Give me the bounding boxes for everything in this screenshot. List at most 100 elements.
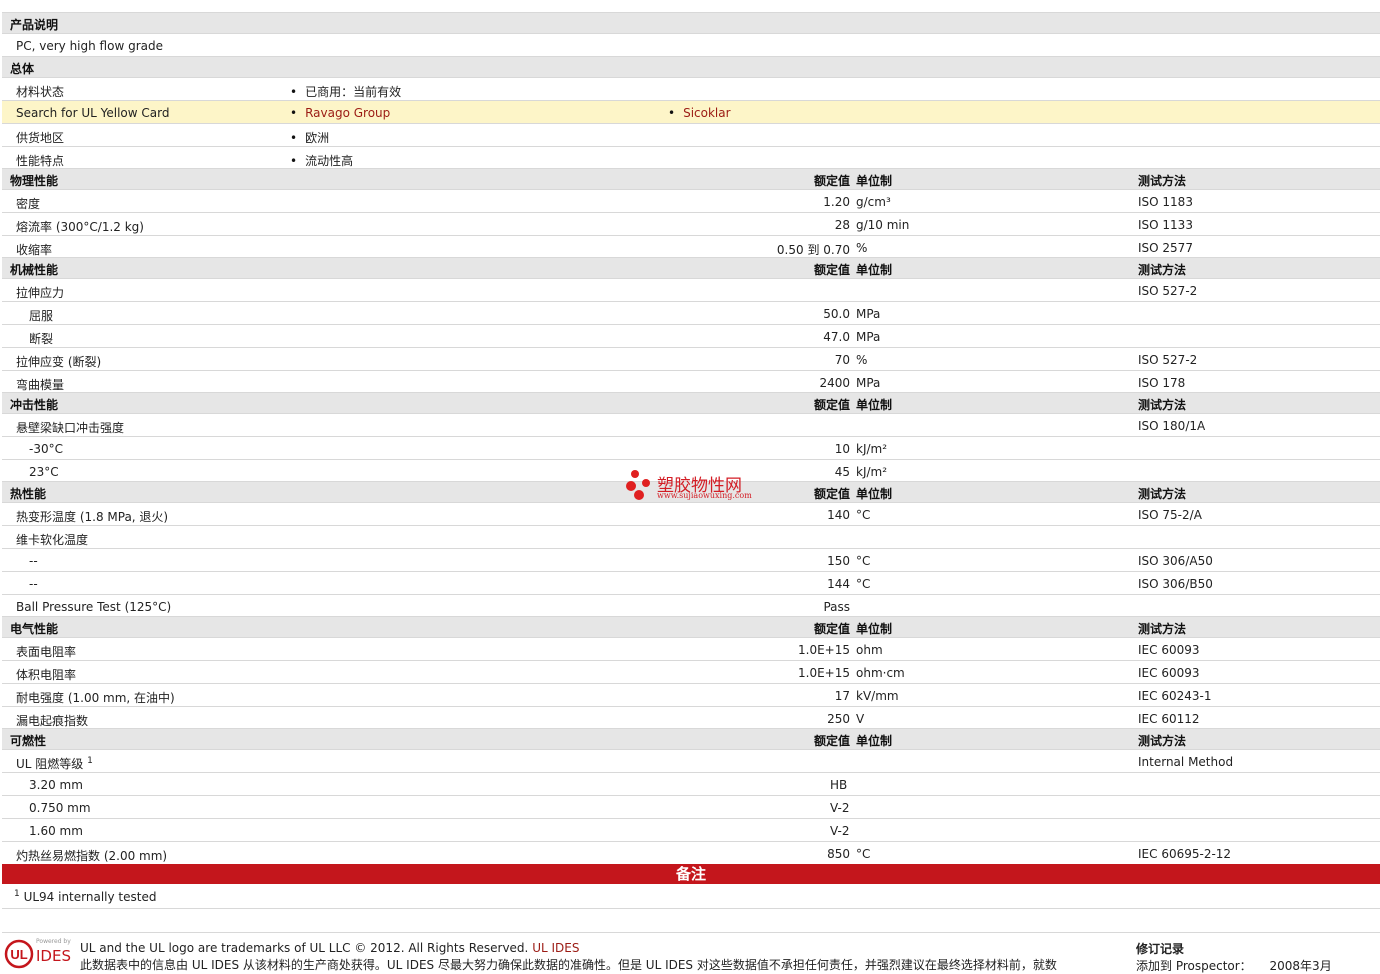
- property-row: 弯曲模量 2400 MPa ISO 178: [2, 370, 1380, 392]
- logo-ul-text: UL: [10, 947, 27, 962]
- property-value: 150: [827, 554, 850, 568]
- general-row-status: 材料状态 已商用：当前有效: [2, 77, 1380, 100]
- footnote-marker: 1: [87, 756, 93, 766]
- unit-header: 单位制: [856, 487, 893, 501]
- section-title: 总体: [10, 62, 35, 76]
- property-value: 70: [834, 353, 850, 367]
- property-row: 漏电起痕指数 250 V IEC 60112: [2, 706, 1380, 728]
- method-header: 测试方法: [1138, 622, 1187, 636]
- sicoklar-link[interactable]: Sicoklar: [668, 106, 730, 120]
- property-row: 表面电阻率 1.0E+15 ohm IEC 60093: [2, 637, 1380, 660]
- test-method: IEC 60695-2-12: [1138, 847, 1232, 861]
- test-method: ISO 75-2/A: [1138, 508, 1202, 522]
- general-row-features: 性能特点 流动性高: [2, 146, 1380, 168]
- test-method: IEC 60093: [1138, 643, 1200, 657]
- nominal-header: 额定值: [813, 174, 850, 188]
- section-title: 可燃性: [10, 734, 47, 748]
- property-name: 弯曲模量: [16, 378, 65, 392]
- property-value: V-2: [830, 801, 850, 815]
- description-text: PC, very high flow grade: [16, 39, 163, 53]
- property-name: 热变形温度 (1.8 MPa, 退火): [16, 510, 169, 524]
- section-title: 冲击性能: [10, 398, 59, 412]
- property-row: 悬壁梁缺口冲击强度 ISO 180/1A: [2, 413, 1380, 436]
- section-header-description: 产品说明: [2, 12, 1380, 33]
- section-header-flammability: 可燃性 额定值 单位制 测试方法: [2, 728, 1380, 749]
- property-row: 拉伸应变 (断裂) 70 % ISO 527-2: [2, 347, 1380, 370]
- section-title: 产品说明: [10, 18, 59, 32]
- nominal-header: 额定值: [813, 622, 850, 636]
- method-header: 测试方法: [1138, 398, 1187, 412]
- ul-logo-icon: UL: [4, 939, 34, 969]
- property-row: UL 阻燃等级 1 Internal Method: [2, 749, 1380, 772]
- property-value: 10: [834, 442, 850, 456]
- logo-powered: Powered by: [36, 938, 71, 945]
- bullet-value: 流动性高: [290, 152, 353, 169]
- property-name: 表面电阻率: [16, 645, 77, 659]
- property-row: 屈服 50.0 MPa: [2, 301, 1380, 324]
- property-row: -30°C 10 kJ/m²: [2, 436, 1380, 459]
- nominal-header: 额定值: [813, 734, 850, 748]
- watermark-url: www.sujiaowuxing.com: [657, 491, 752, 500]
- property-value: 140: [827, 508, 850, 522]
- property-value: 47.0: [823, 330, 850, 344]
- ravago-group-link[interactable]: Ravago Group: [290, 106, 390, 120]
- general-row-yellow-card: Search for UL Yellow Card Ravago Group S…: [2, 100, 1380, 123]
- unit-header: 单位制: [856, 263, 893, 277]
- property-row: 维卡软化温度: [2, 525, 1380, 548]
- property-unit: kJ/m²: [856, 442, 888, 456]
- property-value: 0.50 到 0.70: [776, 243, 850, 257]
- test-method: IEC 60243-1: [1138, 689, 1212, 703]
- red-dots-icon: [626, 470, 650, 500]
- disclaimer-text: 此数据表中的信息由 UL IDES 从该材料的生产商处获得。UL IDES 尽最…: [80, 958, 1057, 972]
- property-name: 拉伸应变 (断裂): [16, 355, 102, 369]
- property-unit: V: [856, 712, 865, 726]
- property-unit: °C: [856, 847, 871, 861]
- property-name: 断裂: [29, 332, 54, 346]
- property-name: 1.60 mm: [29, 824, 83, 838]
- test-method: ISO 178: [1138, 376, 1186, 390]
- property-name: 23°C: [29, 465, 59, 479]
- property-name: 维卡软化温度: [16, 533, 89, 547]
- section-title: 热性能: [10, 487, 47, 501]
- row-label: 供货地区: [16, 131, 65, 145]
- watermark-logo: 塑胶物性网 www.sujiaowuxing.com: [626, 469, 766, 503]
- property-unit: g/cm³: [856, 195, 891, 209]
- property-value: 144: [827, 577, 850, 591]
- property-value: 45: [834, 465, 850, 479]
- property-unit: g/10 min: [856, 218, 910, 232]
- ul-ides-link[interactable]: UL IDES: [532, 941, 579, 955]
- row-label: 性能特点: [16, 154, 65, 168]
- yellow-card-label: Search for UL Yellow Card: [16, 106, 170, 120]
- property-row: 耐电强度 (1.00 mm, 在油中) 17 kV/mm IEC 60243-1: [2, 683, 1380, 706]
- unit-header: 单位制: [856, 174, 893, 188]
- method-header: 测试方法: [1138, 734, 1187, 748]
- revision-title: 修订记录: [1136, 942, 1185, 956]
- section-header-impact: 冲击性能 额定值 单位制 测试方法: [2, 392, 1380, 413]
- property-value: 50.0: [823, 307, 850, 321]
- section-title: 物理性能: [10, 174, 59, 188]
- property-value: 2400: [819, 376, 850, 390]
- unit-header: 单位制: [856, 622, 893, 636]
- property-unit: kJ/m²: [856, 465, 888, 479]
- section-title: 电气性能: [10, 622, 59, 636]
- bullet-value: 欧洲: [290, 129, 329, 146]
- section-header-mechanical: 机械性能 额定值 单位制 测试方法: [2, 257, 1380, 278]
- property-name-text: UL 阻燃等级: [16, 757, 84, 771]
- added-label: 添加到 Prospector：: [1136, 959, 1252, 973]
- datasheet: 产品说明 PC, very high flow grade 总体 材料状态 已商…: [2, 12, 1380, 863]
- property-unit: ohm: [856, 643, 883, 657]
- property-value: 250: [827, 712, 850, 726]
- notes-header: 备注: [2, 864, 1380, 884]
- property-row: 3.20 mm HB: [2, 772, 1380, 795]
- property-unit: MPa: [856, 307, 881, 321]
- logo-ides: IDES: [36, 947, 71, 965]
- property-value: 1.0E+15: [798, 643, 850, 657]
- property-name: 漏电起痕指数: [16, 714, 89, 728]
- property-unit: MPa: [856, 330, 881, 344]
- property-value: 28: [834, 218, 850, 232]
- property-name: --: [29, 554, 38, 568]
- ul-ides-logo: UL Powered by IDES: [4, 938, 72, 970]
- method-header: 测试方法: [1138, 174, 1187, 188]
- test-method: Internal Method: [1138, 755, 1234, 769]
- test-method: ISO 2577: [1138, 241, 1193, 255]
